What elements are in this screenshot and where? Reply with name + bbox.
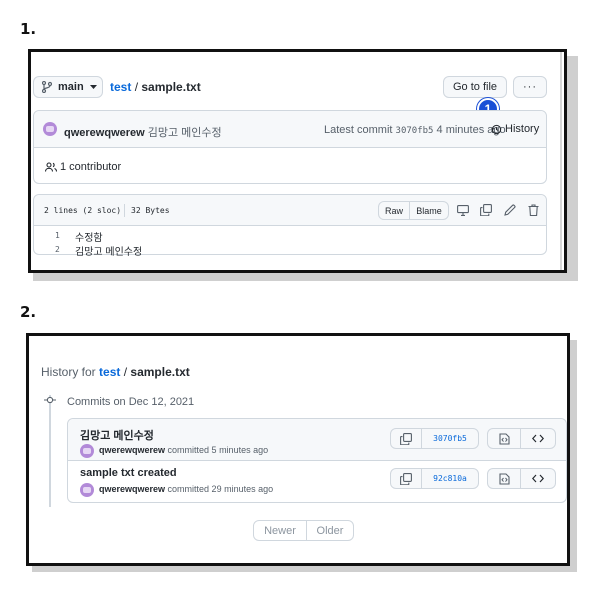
trash-icon[interactable] xyxy=(528,204,539,216)
code-icon xyxy=(532,434,544,443)
history-repo-link[interactable]: test xyxy=(99,365,120,379)
commit-meta: qwerewqwerew committed 29 minutes ago xyxy=(99,484,273,494)
breadcrumb-file: sample.txt xyxy=(141,80,201,94)
commit-time: committed 29 minutes ago xyxy=(167,484,274,494)
display-desktop-icon[interactable] xyxy=(457,205,469,216)
pencil-icon[interactable] xyxy=(504,204,516,216)
branch-select-button[interactable]: main xyxy=(33,76,103,98)
contributors-count: 1 contributor xyxy=(60,161,122,173)
scrollbar[interactable] xyxy=(560,52,562,270)
commit-row: sample txt created qwerewqwerew committe… xyxy=(68,461,566,502)
step-2-label: 2. xyxy=(20,303,37,321)
history-view-screenshot: History for test / sample.txt Commits on… xyxy=(26,333,570,566)
view-file-at-commit-button[interactable] xyxy=(487,428,521,449)
more-options-button[interactable]: ··· xyxy=(513,76,547,98)
latest-commit-info: Latest commit 3070fb5 4 minutes ago xyxy=(324,124,506,136)
browse-repo-at-commit-button[interactable] xyxy=(520,428,556,449)
copy-icon xyxy=(400,472,412,485)
commits-date-heading: Commits on Dec 12, 2021 xyxy=(67,396,195,408)
commit-author-link[interactable]: qwerewqwerew xyxy=(99,445,165,455)
author-avatar[interactable] xyxy=(43,122,57,136)
commit-list: 김망고 메인수정 qwerewqwerew committed 5 minute… xyxy=(67,418,567,503)
older-button[interactable]: Older xyxy=(306,520,354,541)
commit-meta: qwerewqwerew committed 5 minutes ago xyxy=(99,445,268,455)
history-title: History for test / sample.txt xyxy=(41,365,190,379)
commit-sha-link[interactable]: 3070fb5 xyxy=(396,126,434,136)
copy-sha-button[interactable] xyxy=(390,428,422,449)
history-title-sep: / xyxy=(123,365,128,379)
git-branch-icon xyxy=(42,81,52,93)
file-size: 32 Bytes xyxy=(131,206,170,215)
file-view-screenshot: main test / sample.txt Go to file ··· 1 … xyxy=(28,49,567,273)
commit-message-link[interactable]: 김망고 메인수정 xyxy=(80,427,154,443)
breadcrumb-repo-link[interactable]: test xyxy=(110,80,131,94)
caret-down-icon xyxy=(89,84,97,90)
people-icon xyxy=(45,162,57,172)
commit-message-link[interactable]: 김망고 메인수정 xyxy=(148,127,222,139)
raw-button[interactable]: Raw xyxy=(378,201,410,220)
history-file: sample.txt xyxy=(130,365,190,379)
latest-commit-label: Latest commit xyxy=(324,124,393,136)
history-link[interactable]: History xyxy=(491,123,539,135)
latest-commit-box: qwerewqwerew 김망고 메인수정 Latest commit 3070… xyxy=(33,110,547,184)
timeline-line xyxy=(49,395,51,507)
code-line: 수정함 xyxy=(75,233,103,244)
branch-name: main xyxy=(58,81,84,93)
author-avatar[interactable] xyxy=(80,444,94,458)
newer-button[interactable]: Newer xyxy=(253,520,307,541)
history-icon xyxy=(491,124,502,135)
author-avatar[interactable] xyxy=(80,483,94,497)
copy-icon[interactable] xyxy=(480,204,492,216)
commit-time: committed 5 minutes ago xyxy=(167,445,269,455)
commit-message-link[interactable]: sample txt created xyxy=(80,467,177,479)
commit-row: 김망고 메인수정 qwerewqwerew committed 5 minute… xyxy=(68,419,566,461)
commit-node-icon xyxy=(44,396,56,404)
file-info: 2 lines (2 sloc) xyxy=(44,206,121,215)
code-line: 김망고 메인수정 xyxy=(75,247,143,258)
file-line-count: 2 lines (2 sloc) xyxy=(44,206,122,215)
breadcrumb: test / sample.txt xyxy=(110,80,201,94)
blame-button[interactable]: Blame xyxy=(409,201,449,220)
file-contents-box: 2 lines (2 sloc) 32 Bytes Raw Blame 1 수정… xyxy=(33,194,547,258)
view-file-at-commit-button[interactable] xyxy=(487,468,521,489)
go-to-file-button[interactable]: Go to file xyxy=(443,76,507,98)
history-title-prefix: History for xyxy=(41,365,96,379)
browse-repo-at-commit-button[interactable] xyxy=(520,468,556,489)
copy-sha-button[interactable] xyxy=(390,468,422,489)
commit-summary: qwerewqwerew 김망고 메인수정 xyxy=(64,124,222,140)
history-label: History xyxy=(505,123,540,135)
step-1-label: 1. xyxy=(20,20,37,38)
commit-author-link[interactable]: qwerewqwerew xyxy=(99,484,165,494)
commit-sha-button[interactable]: 3070fb5 xyxy=(421,428,479,449)
commit-author-link[interactable]: qwerewqwerew xyxy=(64,127,145,139)
file-code-icon xyxy=(498,432,510,445)
copy-icon xyxy=(400,432,412,445)
code-icon xyxy=(532,474,544,483)
breadcrumb-separator: / xyxy=(134,80,139,94)
commit-sha-button[interactable]: 92c810a xyxy=(421,468,479,489)
line-number: 2 xyxy=(55,245,60,254)
file-code-icon xyxy=(498,472,510,485)
line-number: 1 xyxy=(55,231,60,240)
contributors-row[interactable]: 1 contributor xyxy=(45,161,121,173)
file-info-divider xyxy=(124,204,125,217)
